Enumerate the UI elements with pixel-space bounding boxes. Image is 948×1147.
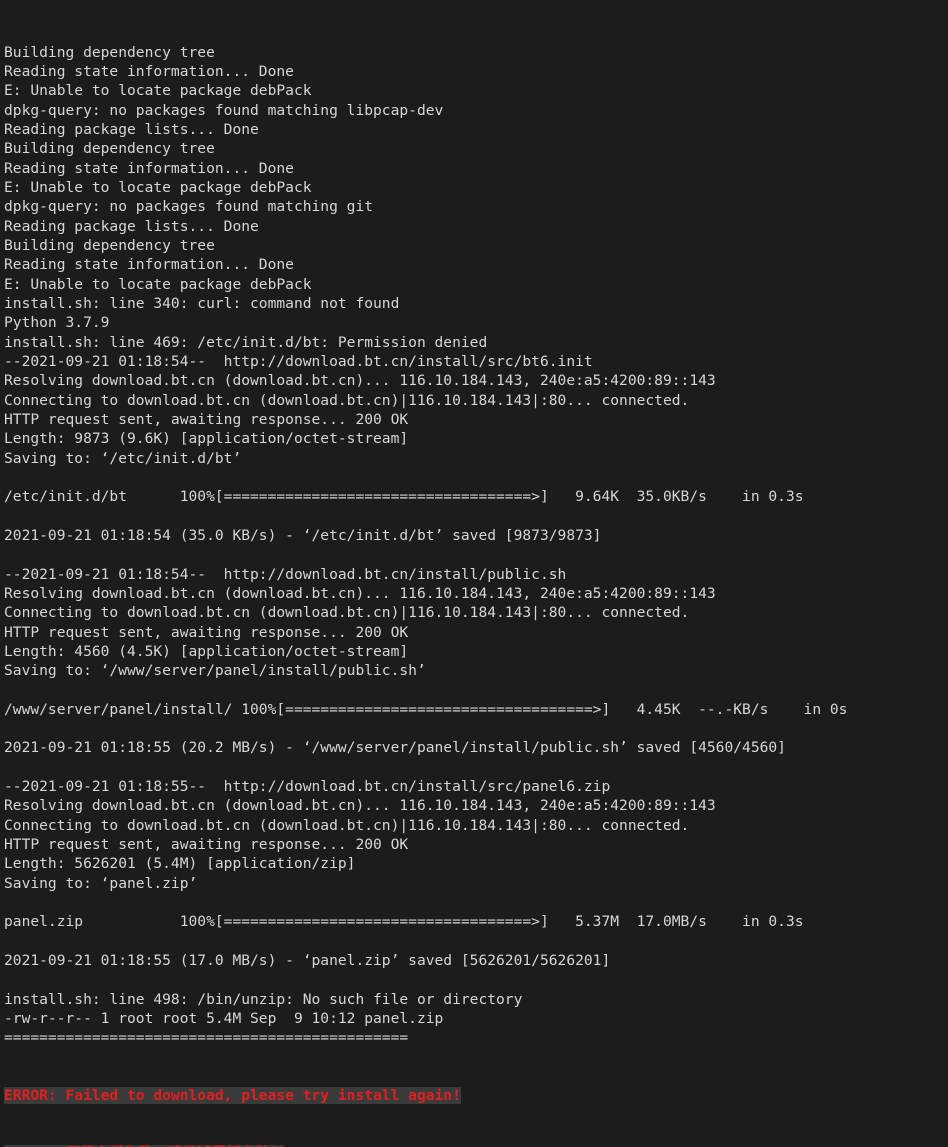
terminal-line-24 (4, 507, 948, 526)
terminal-line-2: E: Unable to locate package debPack (4, 82, 312, 100)
terminal-line-12: E: Unable to locate package debPack (4, 275, 312, 293)
terminal-line-22 (4, 468, 948, 487)
terminal-line-33 (4, 680, 948, 699)
terminal-line-10: Building dependency tree (4, 236, 215, 254)
terminal-line-28: Resolving download.bt.cn (download.bt.cn… (4, 584, 716, 602)
terminal-line-29: Connecting to download.bt.cn (download.b… (4, 604, 690, 622)
terminal-line-32: Saving to: ‘/www/server/panel/install/pu… (4, 662, 426, 680)
terminal-line-37 (4, 758, 948, 777)
terminal-line-11: Reading state information... Done (4, 256, 294, 274)
terminal-line-14: Python 3.7.9 (4, 314, 110, 332)
terminal-line-25: 2021-09-21 01:18:54 (35.0 KB/s) - ‘/etc/… (4, 526, 602, 544)
terminal-line-51: ========================================… (4, 1029, 409, 1047)
terminal-line-35 (4, 719, 948, 738)
terminal-line-26 (4, 545, 948, 564)
terminal-line-5: Building dependency tree (4, 140, 215, 158)
terminal-line-15: install.sh: line 469: /etc/init.d/bt: Pe… (4, 333, 488, 351)
terminal-line-27: --2021-09-21 01:18:54-- http://download.… (4, 565, 567, 583)
terminal-line-34: /www/server/panel/install/ 100%[========… (4, 700, 848, 718)
terminal-line-30: HTTP request sent, awaiting response... … (4, 623, 409, 641)
terminal-line-17: Resolving download.bt.cn (download.bt.cn… (4, 372, 716, 390)
terminal-output[interactable]: Building dependency tree Reading state in… (0, 0, 948, 1147)
terminal-scrollback: Building dependency tree Reading state in… (4, 43, 948, 1048)
terminal-line-6: Reading state information... Done (4, 159, 294, 177)
terminal-line-31: Length: 4560 (4.5K) [application/octet-s… (4, 642, 409, 660)
terminal-line-16: --2021-09-21 01:18:54-- http://download.… (4, 352, 593, 370)
terminal-line-45: panel.zip 100%[=========================… (4, 913, 804, 931)
terminal-line-20: Length: 9873 (9.6K) [application/octet-s… (4, 430, 409, 448)
terminal-error-line-1: ERROR: Failed to download, please try in… (4, 1086, 948, 1105)
terminal-line-42: Length: 5626201 (5.4M) [application/zip] (4, 855, 356, 873)
terminal-line-9: Reading package lists... Done (4, 217, 259, 235)
terminal-line-8: dpkg-query: no packages found matching g… (4, 198, 374, 216)
terminal-line-0: Building dependency tree (4, 43, 215, 61)
terminal-line-4: Reading package lists... Done (4, 120, 259, 138)
terminal-line-13: install.sh: line 340: curl: command not … (4, 294, 400, 312)
terminal-line-18: Connecting to download.bt.cn (download.b… (4, 391, 690, 409)
terminal-line-23: /etc/init.d/bt 100%[====================… (4, 488, 804, 506)
terminal-line-39: Resolving download.bt.cn (download.bt.cn… (4, 797, 716, 815)
terminal-line-49: install.sh: line 498: /bin/unzip: No suc… (4, 990, 523, 1008)
terminal-line-21: Saving to: ‘/etc/init.d/bt’ (4, 449, 242, 467)
terminal-line-43: Saving to: ‘panel.zip’ (4, 874, 198, 892)
terminal-line-40: Connecting to download.bt.cn (download.b… (4, 816, 690, 834)
terminal-line-3: dpkg-query: no packages found matching l… (4, 101, 444, 119)
terminal-line-46 (4, 932, 948, 951)
terminal-line-38: --2021-09-21 01:18:55-- http://download.… (4, 778, 611, 796)
error-text-english: ERROR: Failed to download, please try in… (4, 1087, 461, 1105)
terminal-line-41: HTTP request sent, awaiting response... … (4, 836, 409, 854)
terminal-line-48 (4, 970, 948, 989)
terminal-line-1: Reading state information... Done (4, 62, 294, 80)
terminal-line-7: E: Unable to locate package debPack (4, 178, 312, 196)
terminal-line-36: 2021-09-21 01:18:55 (20.2 MB/s) - ‘/www/… (4, 739, 786, 757)
terminal-line-44 (4, 893, 948, 912)
terminal-line-19: HTTP request sent, awaiting response... … (4, 410, 409, 428)
terminal-line-47: 2021-09-21 01:18:55 (17.0 MB/s) - ‘panel… (4, 952, 611, 970)
terminal-line-50: -rw-r--r-- 1 root root 5.4M Sep 9 10:12 … (4, 1010, 444, 1028)
